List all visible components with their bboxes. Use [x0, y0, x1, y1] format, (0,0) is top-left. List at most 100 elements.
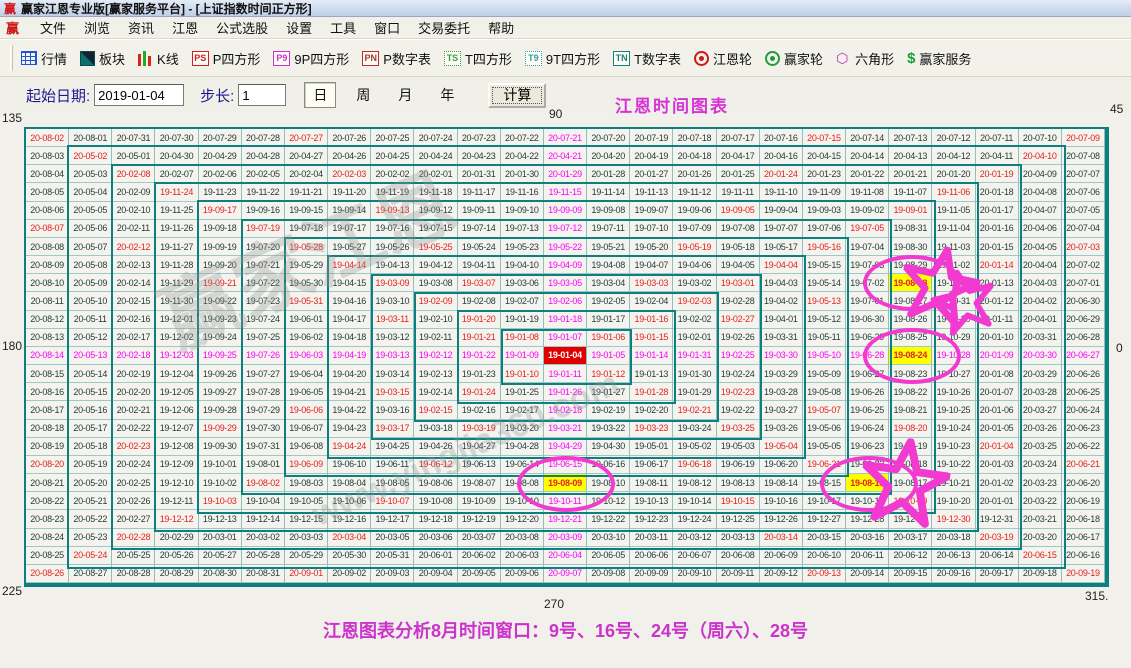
date-cell[interactable]: 19-12-19 — [458, 510, 501, 528]
date-cell[interactable]: 19-07-17 — [328, 220, 371, 238]
date-cell[interactable]: 19-09-28 — [199, 401, 242, 419]
date-cell[interactable]: 20-04-29 — [199, 147, 242, 165]
menu-item-formula-stock-pick[interactable]: 公式选股 — [207, 16, 277, 39]
date-cell[interactable]: 20-01-02 — [976, 474, 1019, 492]
date-cell[interactable]: 19-01-28 — [630, 383, 673, 401]
date-cell[interactable]: 19-04-17 — [328, 311, 371, 329]
date-cell[interactable]: 19-04-23 — [328, 420, 371, 438]
step-input[interactable] — [238, 84, 286, 106]
date-cell[interactable]: 19-05-21 — [587, 238, 630, 256]
date-cell[interactable]: 19-06-17 — [630, 456, 673, 474]
date-cell[interactable]: 20-09-07 — [544, 565, 587, 583]
date-cell[interactable]: 19-11-07 — [889, 183, 932, 201]
date-cell[interactable]: 20-08-03 — [26, 147, 69, 165]
date-cell[interactable]: 19-09-10 — [501, 202, 544, 220]
date-cell[interactable]: 19-09-13 — [371, 202, 414, 220]
date-cell[interactable]: 20-02-26 — [112, 492, 155, 510]
date-cell[interactable]: 20-07-16 — [760, 129, 803, 147]
date-cell[interactable]: 20-06-22 — [1062, 438, 1105, 456]
date-cell[interactable]: 20-02-01 — [414, 165, 457, 183]
date-cell[interactable]: 20-05-12 — [69, 329, 112, 347]
date-cell[interactable]: 19-05-05 — [803, 438, 846, 456]
date-cell[interactable]: 20-06-09 — [760, 547, 803, 565]
date-cell[interactable]: 19-09-06 — [673, 202, 716, 220]
date-cell[interactable]: 20-08-30 — [199, 565, 242, 583]
date-cell[interactable]: 19-09-19 — [199, 238, 242, 256]
date-cell[interactable]: 20-04-11 — [976, 147, 1019, 165]
date-cell[interactable]: 20-07-10 — [1019, 129, 1062, 147]
date-cell[interactable]: 19-12-06 — [155, 401, 198, 419]
date-cell[interactable]: 19-08-05 — [371, 474, 414, 492]
date-cell[interactable]: 20-03-27 — [1019, 401, 1062, 419]
date-cell[interactable]: 20-07-08 — [1062, 147, 1105, 165]
date-cell[interactable]: 20-08-26 — [26, 565, 69, 583]
date-cell[interactable]: 20-06-27 — [1062, 347, 1105, 365]
date-cell[interactable]: 19-10-02 — [199, 474, 242, 492]
date-cell[interactable]: 19-03-24 — [673, 420, 716, 438]
date-cell[interactable]: 19-10-05 — [285, 492, 328, 510]
date-cell[interactable]: 19-07-02 — [846, 274, 889, 292]
date-cell[interactable]: 20-07-11 — [976, 129, 1019, 147]
date-cell[interactable]: 20-01-03 — [976, 456, 1019, 474]
date-cell[interactable]: 19-11-23 — [199, 183, 242, 201]
date-cell[interactable]: 19-08-31 — [889, 220, 932, 238]
date-cell[interactable]: 19-10-12 — [587, 492, 630, 510]
date-cell[interactable]: 19-11-24 — [155, 183, 198, 201]
date-cell[interactable]: 20-05-22 — [69, 510, 112, 528]
date-cell[interactable]: 19-08-17 — [889, 474, 932, 492]
date-cell[interactable]: 19-12-26 — [760, 510, 803, 528]
date-cell[interactable]: 19-03-01 — [717, 274, 760, 292]
date-cell[interactable]: 19-01-09 — [501, 347, 544, 365]
date-cell[interactable]: 19-01-20 — [458, 311, 501, 329]
date-cell[interactable]: 19-11-26 — [155, 220, 198, 238]
date-cell[interactable]: 19-11-08 — [846, 183, 889, 201]
date-cell[interactable]: 19-07-14 — [458, 220, 501, 238]
date-cell[interactable]: 19-02-20 — [630, 401, 673, 419]
date-cell[interactable]: 19-06-09 — [285, 456, 328, 474]
date-cell[interactable]: 20-09-18 — [1019, 565, 1062, 583]
toolbar-p-square-button[interactable]: PS P四方形 — [192, 49, 261, 68]
date-cell[interactable]: 19-05-13 — [803, 292, 846, 310]
unit-year-button[interactable]: 年 — [432, 83, 462, 107]
date-cell[interactable]: 19-04-16 — [328, 292, 371, 310]
date-cell[interactable]: 19-01-13 — [630, 365, 673, 383]
date-cell[interactable]: 19-10-06 — [328, 492, 371, 510]
date-cell[interactable]: 19-01-23 — [458, 365, 501, 383]
date-cell[interactable]: 19-09-30 — [199, 438, 242, 456]
menu-item-browse[interactable]: 浏览 — [75, 16, 119, 39]
date-cell[interactable]: 19-04-07 — [630, 256, 673, 274]
date-cell[interactable]: 20-09-10 — [673, 565, 716, 583]
date-cell[interactable]: 20-08-04 — [26, 165, 69, 183]
date-cell[interactable]: 20-01-22 — [846, 165, 889, 183]
date-cell[interactable]: 19-03-04 — [587, 274, 630, 292]
date-cell[interactable]: 20-07-07 — [1062, 165, 1105, 183]
date-cell[interactable]: 19-12-30 — [932, 510, 975, 528]
date-cell[interactable]: 19-04-20 — [328, 365, 371, 383]
date-cell[interactable]: 20-07-02 — [1062, 256, 1105, 274]
date-cell[interactable]: 19-07-06 — [803, 220, 846, 238]
date-cell[interactable]: 19-12-04 — [155, 365, 198, 383]
date-cell[interactable]: 20-03-28 — [1019, 383, 1062, 401]
date-cell[interactable]: 19-11-06 — [932, 183, 975, 201]
date-cell[interactable]: 19-02-14 — [414, 383, 457, 401]
date-cell[interactable]: 19-07-12 — [544, 220, 587, 238]
date-cell[interactable]: 19-02-12 — [414, 347, 457, 365]
date-cell[interactable]: 19-06-15 — [544, 456, 587, 474]
date-cell[interactable]: 20-04-01 — [1019, 311, 1062, 329]
date-cell[interactable]: 20-04-18 — [673, 147, 716, 165]
date-cell[interactable]: 20-06-14 — [976, 547, 1019, 565]
toolbar-p-number-button[interactable]: PN P数字表 — [362, 49, 431, 68]
date-cell[interactable]: 19-07-27 — [242, 365, 285, 383]
date-cell[interactable]: 19-11-17 — [458, 183, 501, 201]
date-cell[interactable]: 19-06-23 — [846, 438, 889, 456]
date-cell[interactable]: 20-08-06 — [26, 202, 69, 220]
date-cell[interactable]: 20-05-08 — [69, 256, 112, 274]
date-cell[interactable]: 20-07-13 — [889, 129, 932, 147]
date-cell[interactable]: 19-04-25 — [371, 438, 414, 456]
date-cell[interactable]: 19-02-27 — [717, 311, 760, 329]
date-cell[interactable]: 19-07-23 — [242, 292, 285, 310]
date-cell[interactable]: 20-06-26 — [1062, 365, 1105, 383]
date-cell[interactable]: 19-10-19 — [889, 492, 932, 510]
date-cell[interactable]: 20-06-19 — [1062, 492, 1105, 510]
date-cell[interactable]: 19-08-12 — [673, 474, 716, 492]
